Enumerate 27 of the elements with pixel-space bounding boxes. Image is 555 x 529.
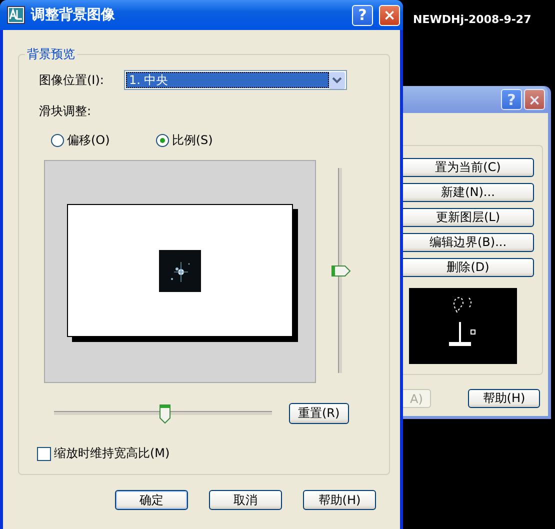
checkbox[interactable] bbox=[37, 446, 51, 460]
dialog-button[interactable]: 帮助(H) bbox=[303, 490, 376, 510]
radio-button[interactable] bbox=[51, 134, 64, 147]
radio-option[interactable]: 比例(S) bbox=[156, 132, 213, 149]
action-button[interactable]: 新建(N)... bbox=[403, 183, 534, 202]
field-label: 图像位置(I): bbox=[39, 72, 104, 88]
app-icon bbox=[7, 6, 25, 24]
slider-thumb[interactable] bbox=[331, 264, 351, 276]
action-button[interactable]: 删除(D) bbox=[403, 258, 534, 277]
drawing-label: NEWDHj-2008-9-27 bbox=[413, 13, 532, 26]
dialog-button[interactable]: 帮助(H) bbox=[468, 389, 540, 408]
dialog-button[interactable]: 确定 bbox=[115, 490, 188, 510]
slider-thumb[interactable] bbox=[159, 404, 172, 424]
action-button[interactable]: 编辑边界(B)... bbox=[403, 233, 534, 252]
position-dropdown[interactable]: 1. 中央 bbox=[124, 70, 347, 90]
checkbox-option[interactable]: 缩放时维持宽高比(M) bbox=[37, 445, 381, 462]
dialog-button[interactable]: 取消 bbox=[209, 490, 282, 510]
action-button[interactable]: 更新图层(L) bbox=[403, 208, 534, 227]
window-title: 调整背景图像 bbox=[31, 6, 116, 24]
group-title: 背景预览 bbox=[25, 46, 77, 63]
action-button[interactable]: 置为当前(C) bbox=[403, 158, 534, 177]
slider-label: 滑块调整: bbox=[39, 103, 92, 120]
reset-button[interactable]: 重置(R) bbox=[289, 403, 349, 424]
help-button[interactable]: ? bbox=[352, 4, 373, 26]
radio-button[interactable] bbox=[156, 134, 169, 147]
radio-option[interactable]: 偏移(O) bbox=[51, 132, 110, 149]
close-button[interactable]: × bbox=[379, 4, 400, 26]
